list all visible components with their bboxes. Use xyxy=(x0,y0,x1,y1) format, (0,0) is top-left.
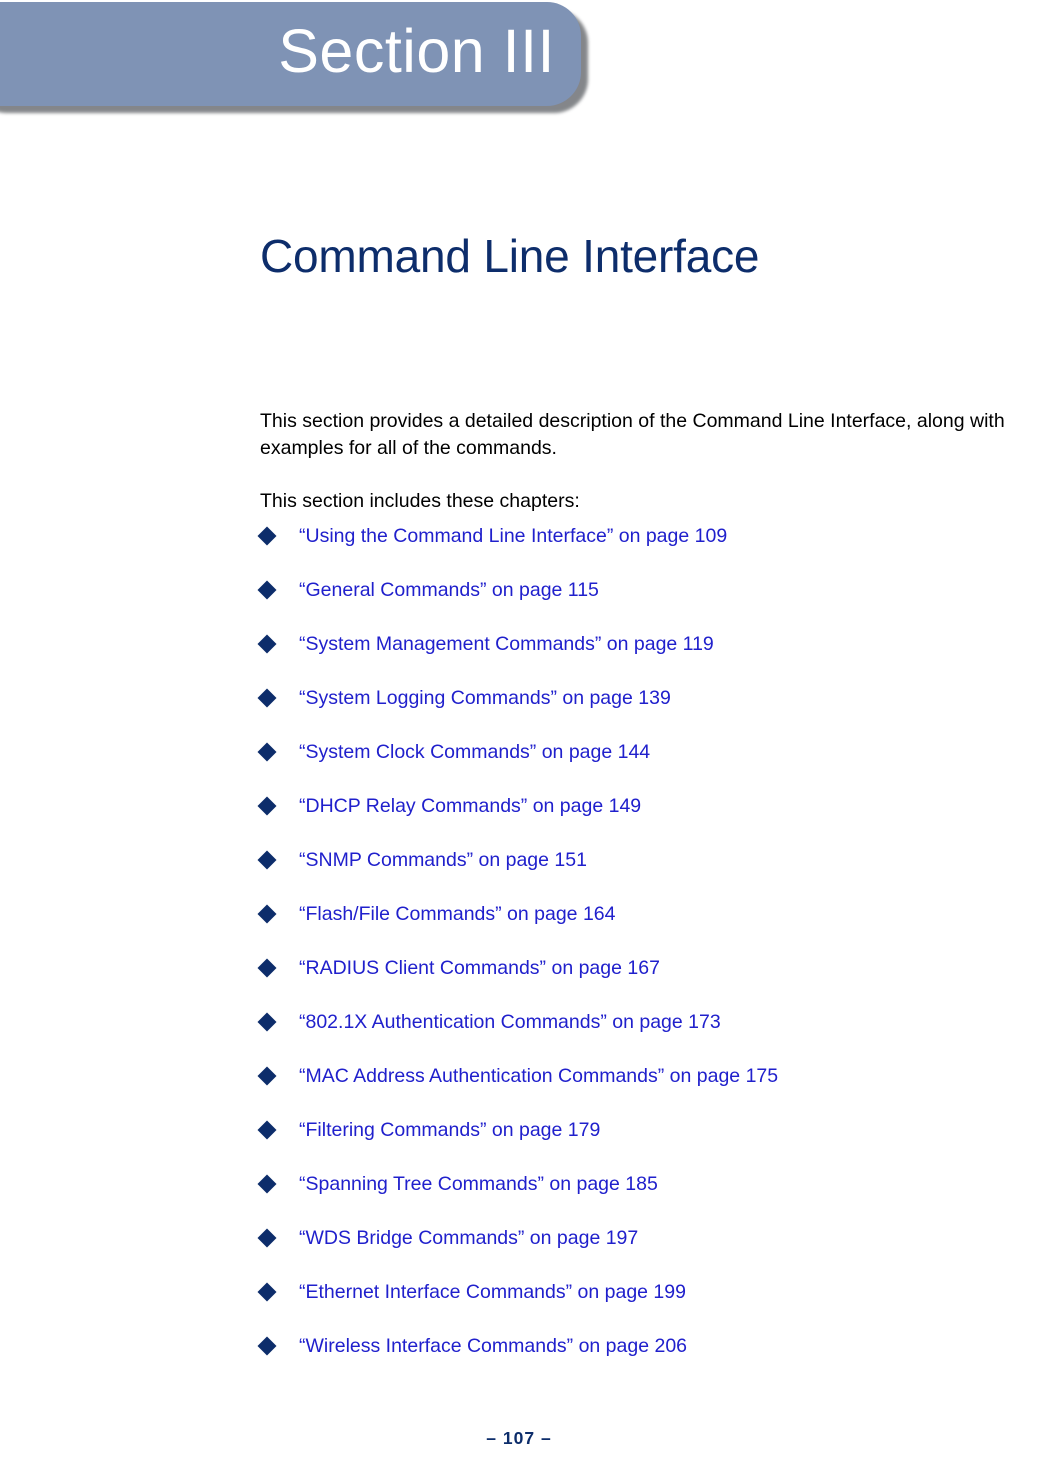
diamond-bullet-icon xyxy=(257,526,277,546)
section-tab: Section III xyxy=(0,2,588,113)
page-title: Command Line Interface xyxy=(260,229,760,282)
list-item[interactable]: “Flash/File Commands” on page 164 xyxy=(257,902,1038,956)
footer-page-number: – 107 – xyxy=(486,1428,552,1448)
chapter-link[interactable]: “MAC Address Authentication Commands” on… xyxy=(299,1064,778,1088)
chapter-link[interactable]: “Using the Command Line Interface” on pa… xyxy=(299,524,727,548)
diamond-bullet-icon xyxy=(257,742,277,762)
list-lead-in-text: This section includes these chapters: xyxy=(260,489,580,512)
document-page: Section III Command Line Interface This … xyxy=(0,0,1038,1458)
chapter-link[interactable]: “Filtering Commands” on page 179 xyxy=(299,1118,600,1142)
chapter-link[interactable]: “System Logging Commands” on page 139 xyxy=(299,686,671,710)
chapter-link-list: “Using the Command Line Interface” on pa… xyxy=(257,524,1038,1388)
diamond-bullet-icon xyxy=(257,904,277,924)
list-item[interactable]: “WDS Bridge Commands” on page 197 xyxy=(257,1226,1038,1280)
list-item[interactable]: “System Clock Commands” on page 144 xyxy=(257,740,1038,794)
chapter-link[interactable]: “Flash/File Commands” on page 164 xyxy=(299,902,616,926)
chapter-link[interactable]: “Spanning Tree Commands” on page 185 xyxy=(299,1172,658,1196)
diamond-bullet-icon xyxy=(257,850,277,870)
section-tab-label: Section III xyxy=(278,16,555,85)
chapter-link[interactable]: “General Commands” on page 115 xyxy=(299,578,599,602)
list-item[interactable]: “DHCP Relay Commands” on page 149 xyxy=(257,794,1038,848)
diamond-bullet-icon xyxy=(257,580,277,600)
chapter-link[interactable]: “SNMP Commands” on page 151 xyxy=(299,848,587,872)
diamond-bullet-icon xyxy=(257,1282,277,1302)
list-item[interactable]: “SNMP Commands” on page 151 xyxy=(257,848,1038,902)
chapter-link[interactable]: “System Clock Commands” on page 144 xyxy=(299,740,650,764)
list-item[interactable]: “Using the Command Line Interface” on pa… xyxy=(257,524,1038,578)
chapter-link[interactable]: “Ethernet Interface Commands” on page 19… xyxy=(299,1280,686,1304)
list-item[interactable]: “Spanning Tree Commands” on page 185 xyxy=(257,1172,1038,1226)
chapter-link[interactable]: “RADIUS Client Commands” on page 167 xyxy=(299,956,660,980)
diamond-bullet-icon xyxy=(257,1228,277,1248)
list-item[interactable]: “General Commands” on page 115 xyxy=(257,578,1038,632)
list-item[interactable]: “RADIUS Client Commands” on page 167 xyxy=(257,956,1038,1010)
diamond-bullet-icon xyxy=(257,1012,277,1032)
chapter-link[interactable]: “802.1X Authentication Commands” on page… xyxy=(299,1010,721,1034)
chapter-link[interactable]: “WDS Bridge Commands” on page 197 xyxy=(299,1226,638,1250)
diamond-bullet-icon xyxy=(257,1174,277,1194)
section-tab-body: Section III xyxy=(0,2,581,106)
list-item[interactable]: “System Management Commands” on page 119 xyxy=(257,632,1038,686)
list-item[interactable]: “Wireless Interface Commands” on page 20… xyxy=(257,1334,1038,1388)
diamond-bullet-icon xyxy=(257,1336,277,1356)
list-item[interactable]: “Ethernet Interface Commands” on page 19… xyxy=(257,1280,1038,1334)
diamond-bullet-icon xyxy=(257,958,277,978)
intro-paragraph: This section provides a detailed descrip… xyxy=(260,409,1005,459)
chapter-link[interactable]: “DHCP Relay Commands” on page 149 xyxy=(299,794,641,818)
diamond-bullet-icon xyxy=(257,796,277,816)
diamond-bullet-icon xyxy=(257,634,277,654)
list-item[interactable]: “MAC Address Authentication Commands” on… xyxy=(257,1064,1038,1118)
list-item[interactable]: “802.1X Authentication Commands” on page… xyxy=(257,1010,1038,1064)
diamond-bullet-icon xyxy=(257,1066,277,1086)
chapter-link[interactable]: “Wireless Interface Commands” on page 20… xyxy=(299,1334,687,1358)
diamond-bullet-icon xyxy=(257,688,277,708)
list-item[interactable]: “System Logging Commands” on page 139 xyxy=(257,686,1038,740)
diamond-bullet-icon xyxy=(257,1120,277,1140)
chapter-link[interactable]: “System Management Commands” on page 119 xyxy=(299,632,714,656)
list-item[interactable]: “Filtering Commands” on page 179 xyxy=(257,1118,1038,1172)
